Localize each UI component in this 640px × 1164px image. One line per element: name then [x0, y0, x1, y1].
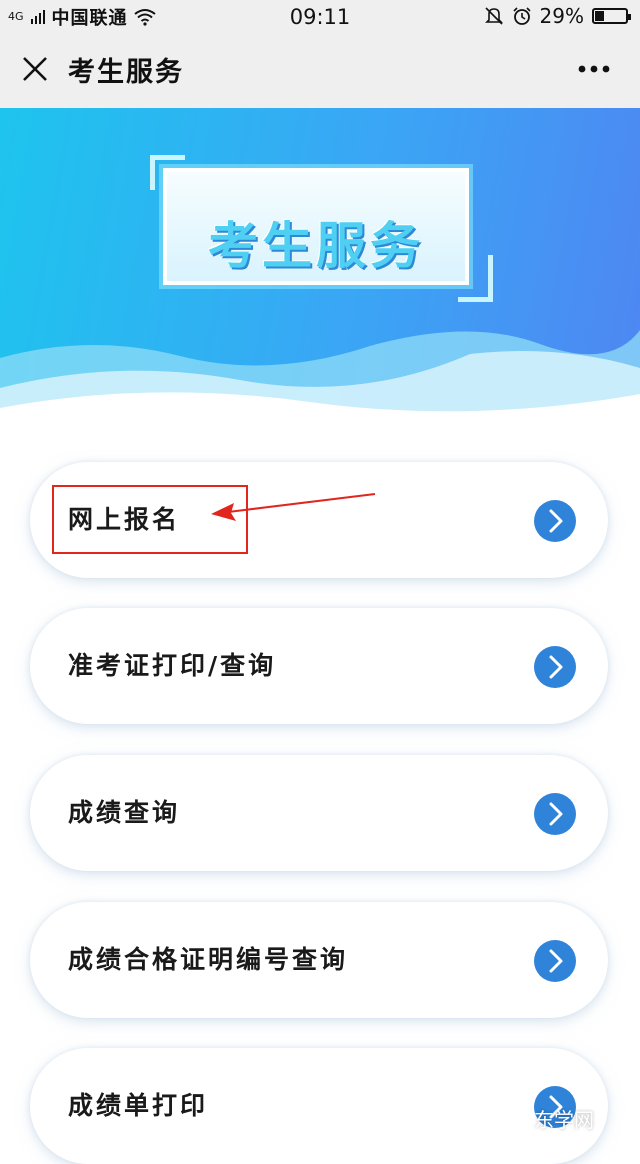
menu-item-label: 准考证打印/查询	[68, 651, 277, 680]
chevron-right-icon	[549, 509, 563, 533]
close-icon	[23, 57, 47, 81]
annotation-highlight-box	[52, 485, 248, 554]
page-title: 考生服务	[68, 57, 184, 88]
mute-bell-icon	[484, 7, 503, 25]
battery-percent: 29%	[539, 4, 584, 28]
title-bar: 考生服务	[0, 34, 640, 108]
banner: 考生服务	[0, 108, 640, 430]
menu-item-certificate-number[interactable]: 成绩合格证明编号查询	[30, 902, 608, 1018]
menu-item-score-query[interactable]: 成绩查询	[30, 755, 608, 871]
close-button[interactable]	[16, 50, 54, 88]
menu-item-label: 成绩合格证明编号查询	[68, 945, 349, 974]
banner-title: 考生服务	[208, 217, 424, 275]
more-button[interactable]	[574, 50, 614, 88]
chevron-right-icon	[549, 802, 563, 826]
banner-title-box: 考生服务	[163, 168, 469, 285]
chevron-right-button[interactable]	[534, 646, 576, 688]
more-icon	[578, 65, 610, 73]
status-bar: 4G 中国联通 09:11 29%	[0, 0, 640, 34]
battery-level	[595, 11, 604, 21]
watermark: 东学网	[534, 1108, 594, 1132]
menu-item-label: 成绩单打印	[68, 1091, 209, 1120]
chevron-right-icon	[549, 655, 563, 679]
menu-item-transcript-print[interactable]: 成绩单打印	[30, 1048, 608, 1164]
chevron-right-icon	[549, 949, 563, 973]
chevron-right-button[interactable]	[534, 500, 576, 542]
chevron-right-button[interactable]	[534, 793, 576, 835]
battery-icon	[592, 8, 631, 24]
menu-item-label: 成绩查询	[68, 798, 181, 827]
status-right: 29%	[484, 4, 631, 28]
menu-item-admission-ticket[interactable]: 准考证打印/查询	[30, 608, 608, 724]
chevron-right-button[interactable]	[534, 940, 576, 982]
alarm-icon	[512, 7, 531, 25]
